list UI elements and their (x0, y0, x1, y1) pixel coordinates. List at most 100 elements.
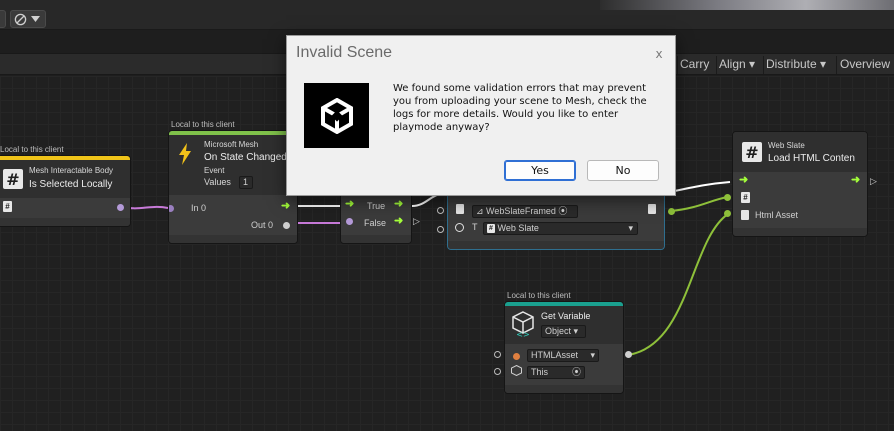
document-icon (456, 204, 464, 214)
out-port-label: Out 0 (251, 220, 274, 230)
dialog-message: We found some validation errors that may… (393, 83, 647, 133)
node-subtitle: Load HTML Conten (768, 153, 855, 164)
invalid-scene-dialog: Invalid Scene x We found some validation… (286, 35, 676, 196)
toolbar-divider (763, 56, 764, 74)
variable-source-value: This (531, 367, 549, 377)
node-caption: Local to this client (171, 120, 235, 129)
svg-text:<>: <> (516, 330, 529, 337)
name-port-icon (513, 353, 520, 360)
gizmos-dropdown[interactable] (10, 10, 46, 28)
node-footer (341, 235, 411, 243)
overview-button[interactable]: Overview (840, 57, 890, 71)
node-header: # Web Slate Load HTML Conten (733, 132, 867, 172)
values-label: Values (204, 177, 231, 187)
webslate-target-input-port[interactable] (437, 207, 444, 214)
node-title: Get Variable (541, 311, 591, 321)
node-caption: Local to this client (507, 291, 571, 300)
no-button[interactable]: No (587, 160, 659, 181)
document-output-icon (648, 204, 656, 214)
type-port-ring[interactable] (455, 223, 464, 232)
true-label: True (367, 201, 386, 211)
carry-button[interactable]: Carry (680, 57, 709, 71)
yes-button[interactable]: Yes (504, 160, 576, 181)
variable-output-port[interactable] (625, 351, 632, 358)
input-value-port[interactable] (169, 205, 174, 212)
name-input-port[interactable] (494, 351, 501, 358)
target-input-port[interactable] (724, 194, 731, 201)
type-value: Web Slate (497, 223, 539, 233)
node-subtitle: Is Selected Locally (29, 179, 113, 190)
chevron-down-icon (31, 16, 40, 22)
node-event-label: Event (204, 166, 225, 175)
values-count-field[interactable]: 1 (239, 176, 253, 189)
node-footer (169, 235, 297, 243)
align-dropdown[interactable]: Align ▾ (719, 57, 755, 71)
gizmo-compass-icon (14, 13, 27, 25)
target-picker-icon[interactable]: ⦿ (572, 367, 584, 378)
variable-kind-value: Object (545, 326, 572, 336)
html-asset-input-port[interactable] (724, 210, 731, 217)
node-caption: Local to this client (0, 145, 64, 154)
distribute-dropdown[interactable]: Distribute ▾ (766, 57, 826, 71)
scene-view-preview (600, 0, 894, 10)
node-header: # Mesh Interactable Body Is Selected Loc… (0, 160, 130, 198)
source-input-port[interactable] (494, 368, 501, 375)
variable-name-value: HTMLAsset (531, 350, 579, 360)
align-label: Align (719, 57, 746, 71)
chevron-down-icon: ▾ (628, 223, 633, 233)
flow-in-arrow-icon[interactable]: ➜ (739, 175, 748, 186)
unity-logo-icon (304, 83, 369, 148)
document-icon (741, 210, 749, 220)
output-value-port[interactable] (117, 204, 124, 211)
true-flow-out-icon[interactable]: ➜ (394, 199, 403, 210)
flow-out-arrow-icon[interactable]: ➜ (281, 201, 290, 212)
condition-input-port[interactable] (346, 218, 353, 225)
chevron-down-icon: ▾ (590, 350, 595, 360)
flow-out-triangle-icon: ▷ (870, 176, 877, 186)
variable-kind-dropdown[interactable]: Object ▾ (541, 325, 586, 338)
false-flow-out-icon[interactable]: ➜ (394, 216, 403, 227)
webslate-output-port[interactable] (668, 208, 675, 215)
node-on-state-changed[interactable]: Microsoft Mesh On State Changed Event Va… (168, 130, 298, 244)
script-hash-icon: # (3, 169, 23, 189)
node-load-html-content[interactable]: # Web Slate Load HTML Conten ➜ ➜ # Html … (732, 131, 868, 237)
node-title: Mesh Interactable Body (29, 166, 114, 175)
close-icon[interactable]: x (649, 44, 669, 64)
type-label: T (472, 222, 478, 232)
toolbar-divider (836, 56, 837, 74)
variable-cube-icon: <> (512, 311, 534, 337)
in-port-label: In 0 (191, 203, 207, 213)
event-bolt-icon (179, 143, 191, 165)
output-value-port[interactable] (283, 222, 290, 229)
type-dropdown[interactable]: # Web Slate ▾ (483, 222, 638, 235)
flow-in-arrow-icon[interactable]: ➜ (345, 199, 354, 210)
branch-out-triangle-icon: ▷ (413, 216, 420, 226)
node-footer (733, 228, 867, 236)
webslate-target-value: WebSlateFramed (486, 206, 556, 216)
html-asset-label: Html Asset (755, 210, 799, 220)
flow-out-arrow-icon[interactable]: ➜ (851, 175, 860, 186)
source-cube-icon (511, 365, 522, 376)
node-subtitle: On State Changed (204, 152, 287, 163)
toolbar-button-left[interactable] (0, 10, 6, 28)
node-get-variable[interactable]: <> Get Variable Object ▾ HTMLAsset ▾ Thi… (504, 301, 624, 394)
node-footer (448, 241, 664, 249)
node-header: <> Get Variable Object ▾ (505, 306, 623, 344)
webslate-target-field[interactable]: ⊿ WebSlateFramed ⦿ (472, 205, 578, 218)
node-webslate-setter[interactable]: ⊿ WebSlateFramed ⦿ T # Web Slate ▾ (447, 188, 665, 250)
variable-source-field[interactable]: This ⦿ (527, 366, 585, 379)
variable-name-field[interactable]: HTMLAsset ▾ (527, 349, 599, 362)
type-input-port[interactable] (437, 226, 444, 233)
target-hash-icon: # (741, 192, 750, 203)
false-label: False (364, 218, 387, 228)
node-title: Web Slate (768, 141, 805, 150)
node-footer (505, 385, 623, 393)
node-footer (0, 218, 130, 226)
type-hash-icon: # (487, 224, 495, 234)
script-hash-icon: # (742, 142, 762, 162)
node-header: Microsoft Mesh On State Changed Event Va… (169, 135, 297, 195)
node-mesh-interactable-body[interactable]: # Mesh Interactable Body Is Selected Loc… (0, 155, 131, 227)
target-hash-icon: # (3, 201, 12, 212)
toolbar-divider (716, 56, 717, 74)
toolbar-divider (677, 56, 678, 74)
